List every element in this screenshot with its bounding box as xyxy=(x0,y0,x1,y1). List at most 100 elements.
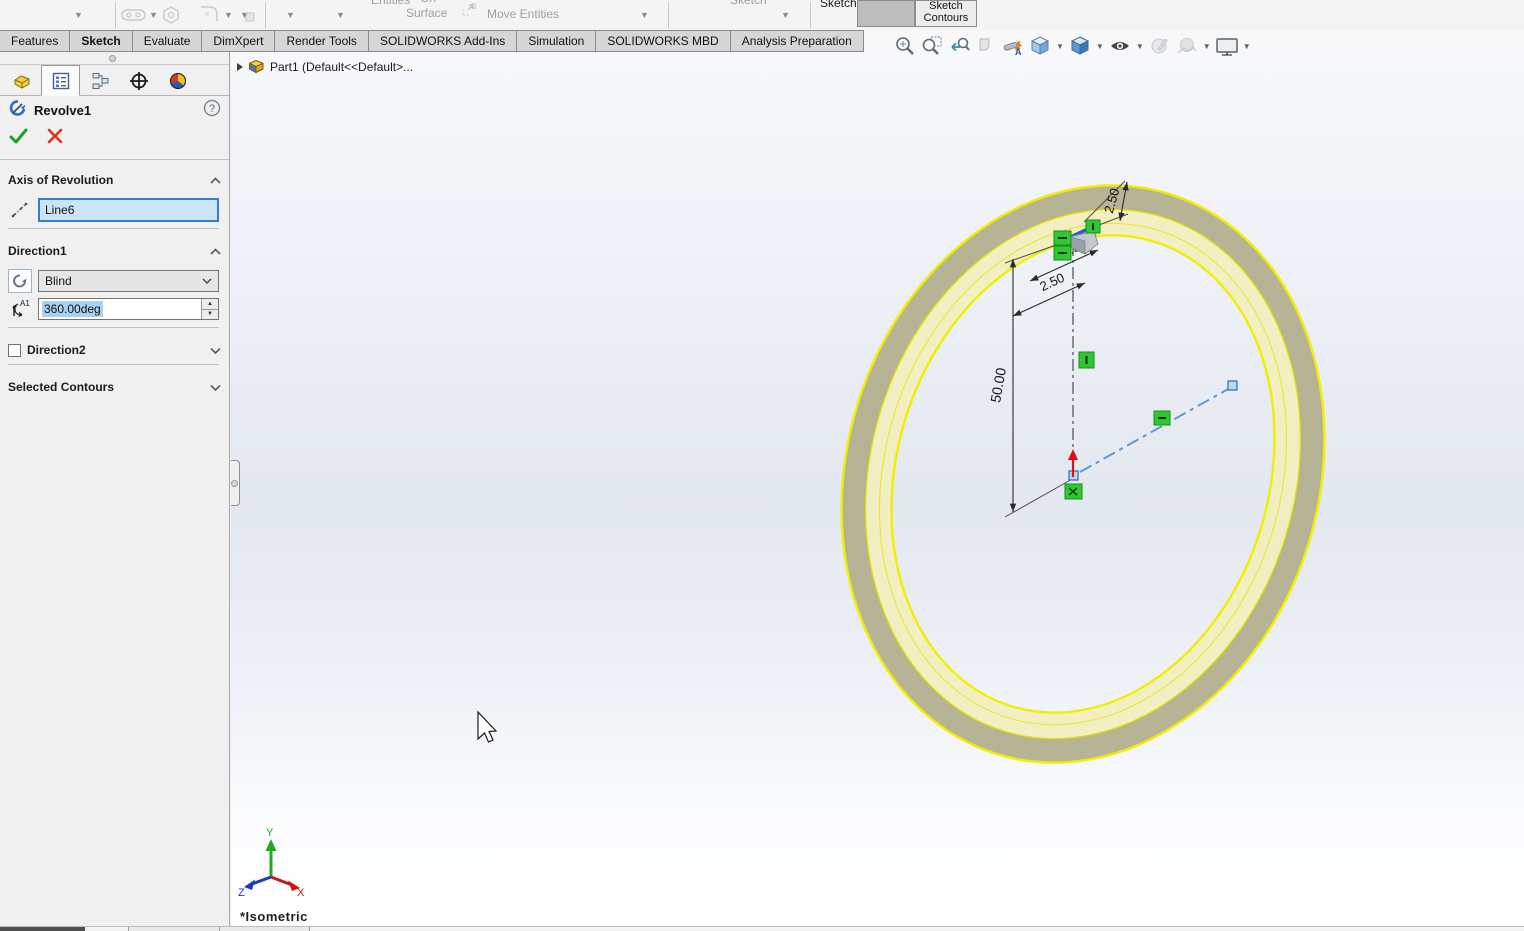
tab-solidworks-add-ins[interactable]: SOLIDWORKS Add-Ins xyxy=(367,30,518,52)
direction2-label: Direction2 xyxy=(27,343,86,357)
panel-resize-grip[interactable] xyxy=(0,52,229,65)
profile-edges[interactable] xyxy=(1055,226,1097,254)
panel-collapse-handle[interactable] xyxy=(231,460,240,506)
mouse-cursor xyxy=(477,710,498,743)
svg-text:?: ? xyxy=(209,103,215,115)
dropdown-arrow-icon[interactable]: ▼ xyxy=(1136,42,1144,51)
spinner-up-icon[interactable]: ▲ xyxy=(202,299,218,310)
sketch-contours-label-2: Contours xyxy=(923,12,969,24)
tab-sketch[interactable]: Sketch xyxy=(69,30,133,52)
dropdown-arrow-icon[interactable]: ▼ xyxy=(1056,42,1064,51)
ok-button[interactable] xyxy=(8,126,30,151)
revolve-preview-ring[interactable] xyxy=(772,125,1395,823)
manager-tab-strip xyxy=(0,65,229,96)
sketch-disabled-label: Sketch xyxy=(730,0,767,7)
graphics-area[interactable]: Part1 (Default<<Default>... 50.00 2.50 2… xyxy=(231,52,1524,927)
axis-selection-field[interactable]: Line6 xyxy=(38,198,219,222)
tab-solidworks-mbd[interactable]: SOLIDWORKS MBD xyxy=(595,30,731,52)
dimension-extension-lines xyxy=(1004,180,1129,518)
help-icon[interactable]: ? xyxy=(203,99,221,122)
feature-name: Revolve1 xyxy=(34,102,92,118)
dimension-profile-width[interactable]: 2.50 xyxy=(1029,236,1099,282)
revolve-drag-handle[interactable] xyxy=(1069,230,1099,255)
cancel-button[interactable] xyxy=(46,127,64,150)
view-settings-icon[interactable] xyxy=(1215,34,1239,58)
section-view-icon[interactable] xyxy=(974,34,998,58)
dimension-radius[interactable]: 50.00 xyxy=(987,259,1017,512)
dropdown-arrow-icon[interactable]: ▼ xyxy=(1243,42,1251,51)
dropdown-arrow-icon[interactable]: ▼ xyxy=(149,10,158,20)
dropdown-arrow-icon[interactable]: ▼ xyxy=(781,10,790,20)
edit-appearance-icon[interactable] xyxy=(1148,34,1172,58)
origin-point[interactable] xyxy=(1068,470,1079,481)
surface-label: Surface xyxy=(406,6,448,20)
dimension-profile-height[interactable]: 2.50 xyxy=(1101,181,1129,222)
displaymanager-tab[interactable] xyxy=(158,65,197,96)
flyout-feature-tree[interactable]: Part1 (Default<<Default>... xyxy=(237,59,413,75)
slot-tool-icon[interactable] xyxy=(121,7,147,27)
dropdown-arrow-icon[interactable]: ▼ xyxy=(640,10,649,20)
angle-icon: A1 xyxy=(8,297,32,321)
constraint-badges[interactable] xyxy=(1053,219,1171,500)
sketch-point[interactable] xyxy=(1227,380,1238,391)
axis-of-revolution-label: Axis of Revolution xyxy=(8,173,114,187)
dropdown-arrow-icon[interactable]: ▼ xyxy=(286,10,295,20)
tab-render-tools[interactable]: Render Tools xyxy=(274,30,369,52)
previous-view-icon[interactable] xyxy=(947,34,971,58)
axis-of-revolution-header[interactable]: Axis of Revolution xyxy=(0,168,229,192)
dropdown-arrow-icon[interactable]: ▼ xyxy=(224,10,233,20)
angle-input[interactable]: 360.00deg ▲ ▼ xyxy=(38,298,219,320)
hide-show-items-icon[interactable] xyxy=(1108,34,1132,58)
tab-dimxpert[interactable]: DimXpert xyxy=(201,30,276,52)
sketch-contours-button[interactable]: Sketch Contours xyxy=(915,0,977,27)
direction1-header[interactable]: Direction1 xyxy=(0,239,229,263)
angle-spinner[interactable]: ▲ ▼ xyxy=(201,299,218,319)
rectangle-tool-icon[interactable] xyxy=(245,9,255,27)
dimxpertmanager-tab[interactable] xyxy=(119,65,158,96)
selected-contours-header[interactable]: Selected Contours xyxy=(0,375,229,399)
spinner-down-icon[interactable]: ▼ xyxy=(202,309,218,319)
tab-analysis-preparation[interactable]: Analysis Preparation xyxy=(729,30,864,52)
selected-sketch-line[interactable] xyxy=(1055,225,1093,246)
tab-evaluate[interactable]: Evaluate xyxy=(131,30,203,52)
sketch-button-pressed[interactable] xyxy=(857,0,915,27)
propertymanager-panel: Revolve1 ? Axis of Revolution Line6 Dire… xyxy=(0,52,230,927)
construction-line[interactable] xyxy=(1079,387,1231,473)
direction2-checkbox[interactable] xyxy=(8,343,21,357)
zoom-to-fit-icon[interactable] xyxy=(893,34,917,58)
move-entities-icon[interactable] xyxy=(460,2,477,23)
part-icon xyxy=(14,74,29,89)
displaymanager-icon xyxy=(169,72,186,89)
tab-features[interactable]: Features xyxy=(0,30,71,52)
svg-text:A1: A1 xyxy=(20,299,30,308)
featuremanager-tree-tab[interactable] xyxy=(2,65,41,96)
sketch-button-label[interactable]: Sketch xyxy=(820,0,857,10)
fillet-tool-icon[interactable] xyxy=(198,3,222,30)
polygon-tool-icon[interactable] xyxy=(161,5,181,30)
direction2-header[interactable]: Direction2 xyxy=(0,338,229,362)
collapse-chevron-icon xyxy=(210,247,221,255)
dim-width-text: 2.50 xyxy=(1059,236,1088,260)
dropdown-arrow-icon[interactable]: ▼ xyxy=(336,10,345,20)
dimension-profile-offset[interactable]: 2.50 xyxy=(1012,270,1086,317)
dim-offset-text: 2.50 xyxy=(1037,270,1066,294)
dropdown-arrow-icon[interactable]: ▼ xyxy=(1096,42,1104,51)
apply-scene-icon[interactable] xyxy=(1175,34,1199,58)
view-orientation-icon[interactable] xyxy=(1028,34,1052,58)
reverse-direction-icon[interactable] xyxy=(8,269,32,293)
end-condition-dropdown[interactable]: Blind xyxy=(38,270,219,292)
triad-x-label: X xyxy=(297,887,305,899)
zoom-to-area-icon[interactable] xyxy=(920,34,944,58)
tree-expand-icon[interactable] xyxy=(237,63,243,71)
dropdown-arrow-icon[interactable]: ▼ xyxy=(74,10,83,20)
tree-root-label[interactable]: Part1 (Default<<Default>... xyxy=(270,60,413,74)
propertymanager-tab[interactable] xyxy=(41,65,80,96)
tab-simulation[interactable]: Simulation xyxy=(516,30,597,52)
model-graphics: 50.00 2.50 2.50 2.50 Y X Z xyxy=(238,125,1395,899)
view-orientation-label: *Isometric xyxy=(240,909,308,924)
annotation-visibility-icon[interactable]: A xyxy=(1001,34,1025,58)
configurationmanager-tab[interactable] xyxy=(80,65,119,96)
display-style-icon[interactable] xyxy=(1068,34,1092,58)
selected-contours-label: Selected Contours xyxy=(8,380,115,394)
dropdown-arrow-icon[interactable]: ▼ xyxy=(1203,42,1211,51)
